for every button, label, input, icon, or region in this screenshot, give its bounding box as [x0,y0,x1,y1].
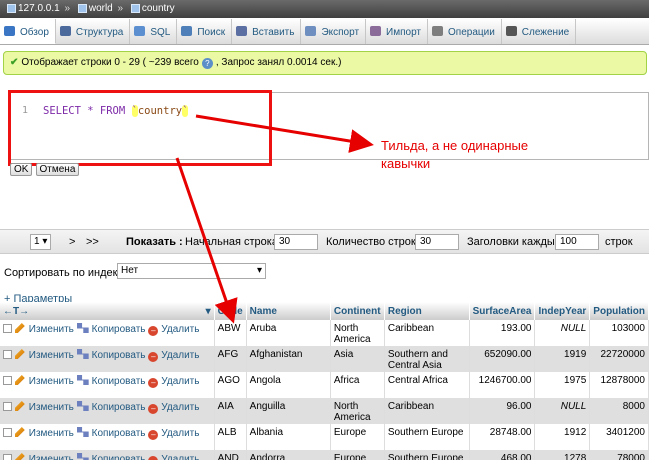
arrow-to-annotation [195,114,374,153]
annotation-arrows [175,114,374,324]
arrow-to-code-column [175,157,238,324]
